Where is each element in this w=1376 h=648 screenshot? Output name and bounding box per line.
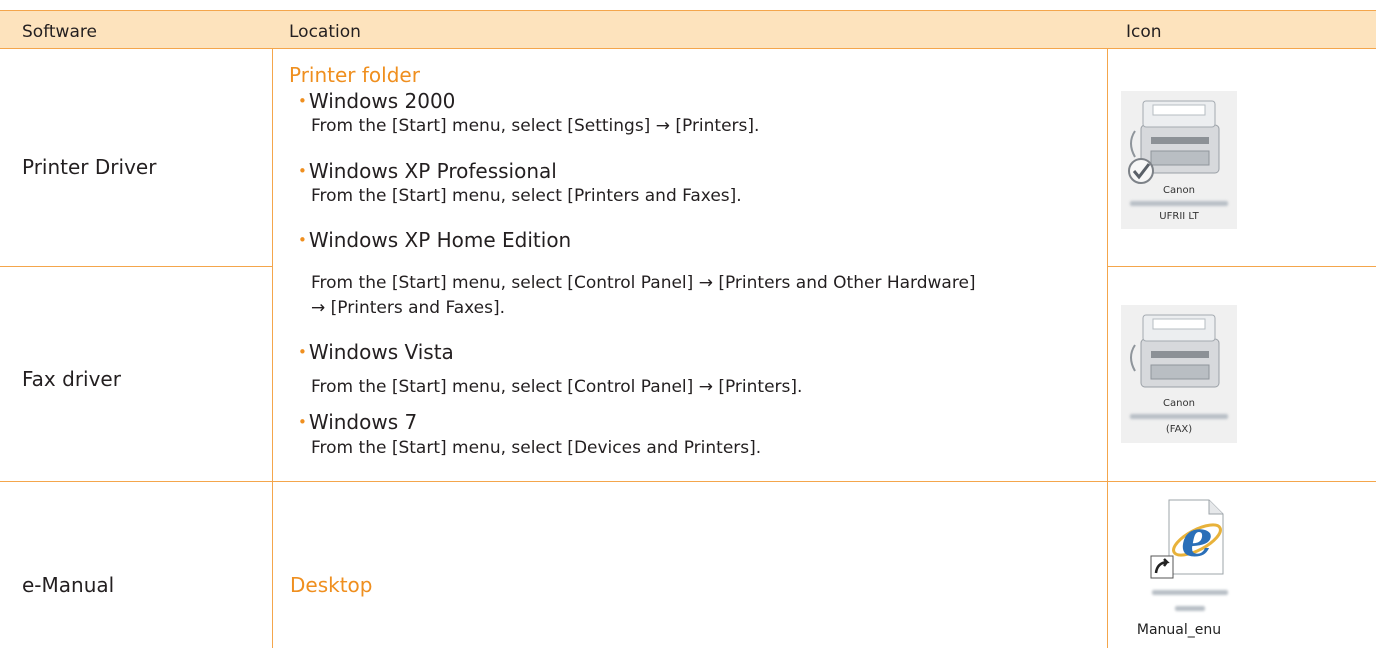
fax-printer-icon — [1121, 305, 1237, 443]
location-desktop: Desktop — [290, 573, 373, 597]
software-e-manual: e-Manual — [22, 573, 115, 597]
column-divider-2 — [1107, 48, 1108, 648]
software-printer-driver: Printer Driver — [22, 155, 157, 179]
software-location-table: Software Location Icon Printer Driver Fa… — [0, 0, 1376, 648]
blurred-model-name — [1130, 414, 1228, 419]
os-windows-2000: • Windows 2000 — [298, 89, 456, 113]
e-manual-icon-caption: Manual_enu — [1136, 622, 1222, 638]
svg-text:e: e — [1181, 509, 1213, 568]
step-windows-xp-home-line2: → [Printers and Faxes]. — [311, 298, 506, 318]
row-rule-printer-icon — [1107, 266, 1376, 267]
header-bottom-rule — [0, 48, 1376, 49]
table-header — [0, 10, 1376, 48]
fax-icon-caption-bottom: (FAX) — [1165, 424, 1193, 435]
step-windows-xp-professional: From the [Start] menu, select [Printers … — [311, 186, 742, 206]
printer-folder-title: Printer folder — [289, 63, 420, 87]
os-windows-xp-professional: • Windows XP Professional — [298, 159, 557, 183]
step-windows-xp-home-line1: From the [Start] menu, select [Control P… — [311, 273, 976, 293]
bullet: • — [298, 92, 307, 110]
printer-icon — [1121, 91, 1237, 229]
fax-icon-caption-top: Canon — [1163, 398, 1195, 409]
row-rule-printer-software — [0, 266, 272, 267]
printer-icon-caption-bottom: UFRII LT — [1159, 211, 1199, 222]
step-windows-vista: From the [Start] menu, select [Control P… — [311, 377, 803, 397]
blurred-file-name — [1152, 590, 1228, 595]
step-windows-7: From the [Start] menu, select [Devices a… — [311, 438, 762, 458]
header-icon: Icon — [1126, 22, 1162, 42]
bullet: • — [298, 162, 307, 180]
blurred-model-name — [1130, 201, 1228, 206]
header-location: Location — [289, 22, 361, 42]
software-fax-driver: Fax driver — [22, 367, 121, 391]
bullet: • — [298, 413, 307, 431]
os-windows-7: • Windows 7 — [298, 410, 418, 434]
header-top-rule — [0, 10, 1376, 11]
os-windows-xp-home: • Windows XP Home Edition — [298, 228, 572, 252]
step-windows-2000: From the [Start] menu, select [Settings]… — [311, 116, 760, 136]
blurred-file-name — [1175, 606, 1205, 611]
internet-explorer-shortcut-icon: e — [1147, 496, 1231, 580]
printer-icon-caption-top: Canon — [1163, 185, 1195, 196]
bullet: • — [298, 343, 307, 361]
row-rule-fax — [0, 481, 1376, 482]
header-software: Software — [22, 22, 97, 42]
bullet: • — [298, 231, 307, 249]
os-windows-vista: • Windows Vista — [298, 340, 454, 364]
column-divider-1 — [272, 48, 273, 648]
